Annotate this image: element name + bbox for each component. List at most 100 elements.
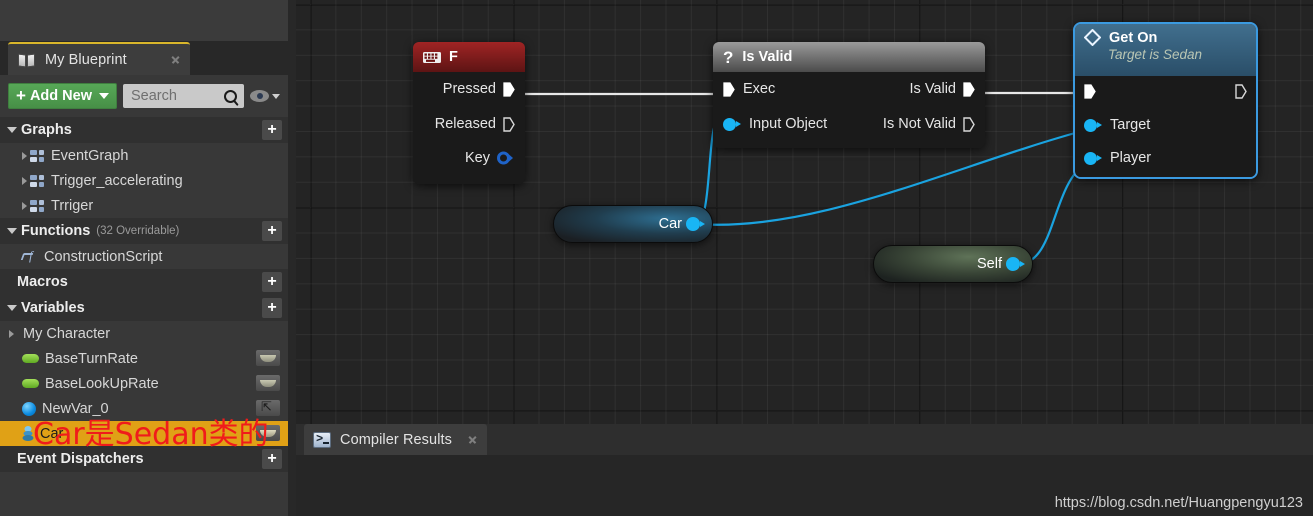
tree-item-eventgraph[interactable]: EventGraph [0, 143, 288, 168]
exec-pin-icon[interactable] [723, 81, 735, 97]
tree-item-label: NewVar_0 [42, 400, 109, 417]
pin-player[interactable]: Player [1084, 150, 1151, 166]
section-header-macros[interactable]: Macros + [0, 269, 288, 295]
node-f-key-title: F [449, 49, 458, 65]
data-pin-icon[interactable] [1006, 257, 1025, 271]
add-button[interactable]: + [262, 449, 282, 469]
blueprint-editor-window: My Blueprint + Add New Search Graphs + E… [0, 0, 1313, 516]
section-header-event-dispatchers[interactable]: Event Dispatchers + [0, 446, 288, 472]
exec-pin-icon[interactable] [503, 116, 515, 132]
pin-player-label: Player [1110, 150, 1152, 166]
float-variable-icon [22, 354, 39, 363]
tree-item-label: EventGraph [51, 147, 129, 164]
book-icon [18, 53, 36, 67]
pin-target-label: Target [1110, 117, 1151, 133]
eye-icon [250, 90, 269, 102]
my-blueprint-body: + Add New Search Graphs + EventGraph Trigge… [0, 75, 288, 516]
pin-released[interactable]: Released [435, 116, 515, 132]
tree-item-label: Trriger [51, 197, 94, 214]
exec-pin-icon[interactable] [963, 116, 975, 132]
pin-input-object[interactable]: Input Object [723, 116, 827, 132]
chevron-right-icon[interactable] [22, 151, 27, 160]
pin-released-label: Released [434, 116, 496, 132]
pin-exec-in[interactable]: Exec [723, 81, 775, 97]
node-f-key[interactable]: F Pressed Released Key [413, 42, 525, 184]
tree-item-my-character[interactable]: My Character [0, 321, 288, 346]
tab-compiler-results[interactable]: Compiler Results [304, 424, 487, 455]
add-button[interactable]: + [262, 298, 282, 318]
pin-exec-out[interactable] [1235, 84, 1247, 99]
section-header-functions[interactable]: Functions (32 Overridable) + [0, 218, 288, 244]
add-button[interactable]: + [262, 120, 282, 140]
tree-item-trigger-accelerating[interactable]: Trigger_accelerating [0, 168, 288, 193]
pin-exec-in[interactable] [1084, 84, 1096, 99]
add-button[interactable]: + [262, 221, 282, 241]
exec-pin-icon[interactable] [1235, 84, 1247, 99]
object-variable-icon [22, 401, 36, 416]
pawn-variable-icon [22, 426, 34, 441]
data-pin-icon[interactable] [723, 117, 741, 131]
node-variable-car[interactable]: Car [553, 205, 713, 243]
function-icon [22, 248, 38, 264]
section-subtitle: (32 Overridable) [96, 225, 180, 237]
variable-type-chip[interactable] [256, 375, 280, 391]
data-pin-icon[interactable] [497, 151, 515, 165]
exec-pin-icon[interactable] [1084, 84, 1096, 99]
data-pin-icon[interactable] [1084, 151, 1102, 165]
close-icon[interactable] [468, 435, 477, 444]
node-get-on-body: Target Player [1075, 76, 1256, 177]
chevron-down-icon [7, 305, 17, 311]
section-title: Graphs [21, 122, 72, 138]
node-is-valid[interactable]: ? Is Valid Exec Input Object Is Valid Is… [713, 42, 985, 148]
pin-is-valid-label: Is Valid [909, 81, 956, 97]
variable-type-chip[interactable] [256, 350, 280, 366]
source-url-text: https://blog.csdn.net/Huangpengyu123 [1054, 495, 1303, 511]
data-pin-icon[interactable] [686, 217, 705, 231]
pin-is-valid-out[interactable]: Is Valid [910, 81, 975, 97]
search-input[interactable]: Search [122, 84, 244, 108]
chevron-down-icon [272, 93, 280, 99]
tree-item-newvar-0[interactable]: NewVar_0 [0, 396, 288, 421]
node-get-on-title: Get On [1109, 29, 1158, 46]
section-title: Event Dispatchers [17, 451, 144, 467]
add-button[interactable]: + [262, 272, 282, 292]
node-variable-self[interactable]: Self [873, 245, 1033, 283]
exec-pin-icon[interactable] [503, 81, 515, 97]
exec-pin-icon[interactable] [963, 81, 975, 97]
tree-item-trriger[interactable]: Trriger [0, 193, 288, 218]
visibility-options-button[interactable] [250, 90, 280, 102]
variable-type-chip[interactable] [256, 399, 280, 416]
node-get-on[interactable]: Get On Target is Sedan Target Player [1073, 22, 1258, 179]
pin-is-not-valid-label: Is Not Valid [882, 116, 956, 132]
chevron-right-icon[interactable] [22, 201, 27, 210]
data-pin-icon[interactable] [1084, 118, 1102, 132]
compiler-results-body: https://blog.csdn.net/Huangpengyu123 [296, 455, 1313, 516]
pin-target[interactable]: Target [1084, 117, 1150, 133]
tab-my-blueprint[interactable]: My Blueprint [8, 42, 190, 75]
tree-item-car[interactable]: Car [0, 421, 288, 446]
chevron-right-icon[interactable] [22, 176, 27, 185]
tree-item-label: ConstructionScript [44, 248, 163, 265]
tree-item-label: BaseTurnRate [45, 350, 138, 367]
tab-my-blueprint-label: My Blueprint [45, 51, 127, 68]
pin-key[interactable]: Key [465, 150, 515, 166]
tree-item-baseturnrate[interactable]: BaseTurnRate [0, 346, 288, 371]
node-f-key-header: F [413, 42, 525, 72]
pin-key-label: Key [465, 150, 490, 166]
node-variable-car-label: Car [658, 216, 682, 232]
section-header-graphs[interactable]: Graphs + [0, 117, 288, 143]
add-new-button[interactable]: + Add New [8, 83, 117, 109]
variable-type-chip[interactable] [256, 425, 280, 441]
chevron-right-icon[interactable] [9, 329, 14, 338]
close-icon[interactable] [171, 55, 180, 64]
graph-icon [30, 174, 45, 187]
my-blueprint-toolbar: + Add New Search [8, 83, 280, 109]
add-new-label: Add New [29, 88, 92, 104]
pin-is-not-valid-out[interactable]: Is Not Valid [883, 116, 975, 132]
pin-pressed-label: Pressed [442, 81, 496, 97]
pin-pressed[interactable]: Pressed [443, 81, 515, 97]
tree-item-constructionscript[interactable]: ConstructionScript [0, 244, 288, 269]
event-graph-canvas[interactable]: BLUEPR [296, 0, 1313, 424]
section-header-variables[interactable]: Variables + [0, 295, 288, 321]
tree-item-baselookuprate[interactable]: BaseLookUpRate [0, 371, 288, 396]
